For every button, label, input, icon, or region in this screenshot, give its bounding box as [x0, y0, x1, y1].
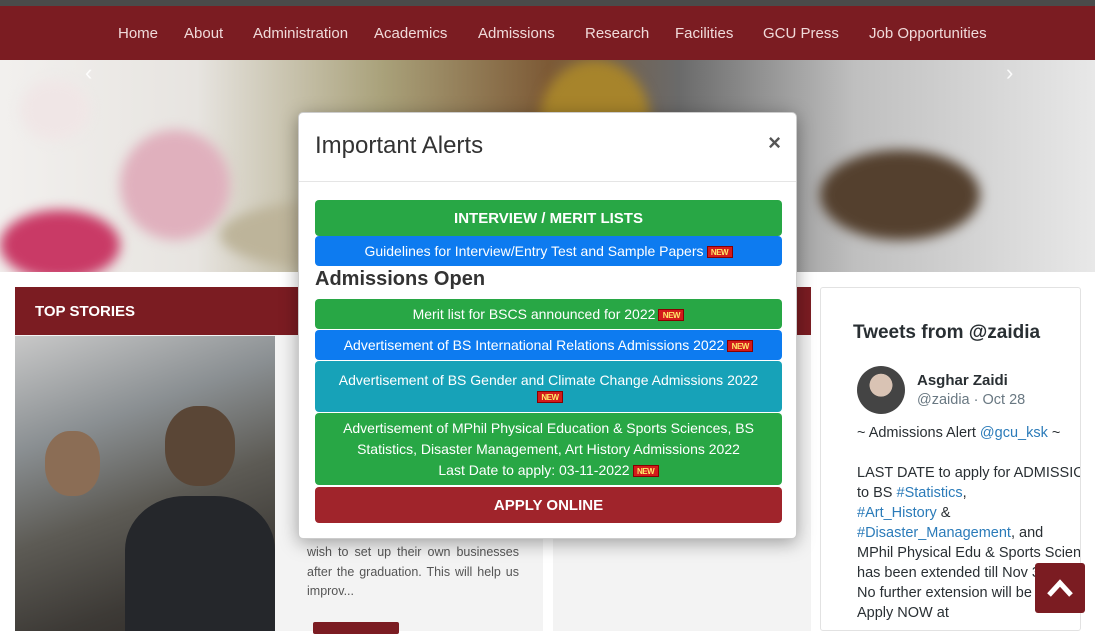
- apply-online-label: APPLY ONLINE: [493, 496, 604, 514]
- new-badge-icon: NEW: [706, 245, 733, 258]
- close-icon[interactable]: ×: [768, 130, 781, 156]
- apply-online-button[interactable]: APPLY ONLINE: [315, 487, 782, 523]
- admissions-open-heading: Admissions Open: [315, 268, 486, 290]
- bs-ir-label: Advertisement of BS International Relati…: [343, 336, 725, 353]
- important-alerts-modal: Important Alerts × INTERVIEW / MERIT LIS…: [298, 112, 797, 539]
- interview-merit-lists-button[interactable]: INTERVIEW / MERIT LISTS: [315, 200, 782, 236]
- merit-bscs-row: Merit list for BSCS announced for 2022 NE…: [413, 304, 685, 325]
- new-badge-icon: NEW: [658, 308, 685, 321]
- merit-bscs-button[interactable]: Merit list for BSCS announced for 2022 NE…: [315, 299, 782, 329]
- new-badge-icon: NEW: [537, 391, 563, 403]
- bs-gender-label: Advertisement of BS Gender and Climate C…: [338, 372, 759, 388]
- bs-ir-row: Advertisement of BS International Relati…: [344, 335, 754, 356]
- merit-bscs-label: Merit list for BSCS announced for 2022: [412, 305, 656, 322]
- modal-divider: [299, 181, 796, 182]
- mphil-date-row: Last Date to apply: 03-11-2022 NEW: [438, 460, 659, 481]
- mphil-date: Last Date to apply: 03-11-2022: [438, 461, 630, 478]
- new-badge-icon: NEW: [632, 464, 659, 477]
- bs-gender-button[interactable]: Advertisement of BS Gender and Climate C…: [315, 361, 782, 412]
- interview-merit-lists-label: INTERVIEW / MERIT LISTS: [454, 209, 643, 227]
- mphil-label: Advertisement of MPhil Physical Educatio…: [343, 419, 754, 457]
- guidelines-label: Guidelines for Interview/Entry Test and …: [364, 242, 704, 259]
- modal-title: Important Alerts: [315, 132, 484, 159]
- new-badge-icon: NEW: [727, 339, 754, 352]
- guidelines-button[interactable]: Guidelines for Interview/Entry Test and …: [315, 236, 782, 266]
- bs-ir-button[interactable]: Advertisement of BS International Relati…: [315, 330, 782, 360]
- guidelines-row: Guidelines for Interview/Entry Test and …: [364, 241, 733, 262]
- mphil-button[interactable]: Advertisement of MPhil Physical Educatio…: [315, 413, 782, 485]
